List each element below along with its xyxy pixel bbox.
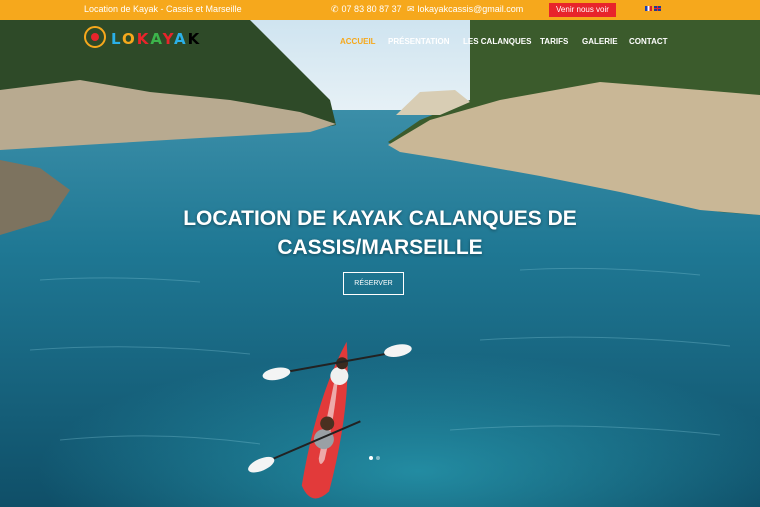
hero-slider bbox=[0, 20, 760, 507]
hero-image bbox=[0, 20, 760, 507]
visit-button[interactable]: Venir nous voir bbox=[549, 3, 616, 17]
envelope-icon: ✉ bbox=[407, 4, 415, 14]
nav-les-calanques[interactable]: LES CALANQUES bbox=[463, 37, 531, 49]
nav-tarifs[interactable]: TARIFS bbox=[540, 37, 568, 49]
nav-accueil[interactable]: ACCUEIL bbox=[340, 37, 376, 49]
phone-number: 07 83 80 87 37 bbox=[341, 4, 402, 14]
fr-flag-icon[interactable] bbox=[645, 6, 652, 11]
reserve-button[interactable]: RÉSERVER bbox=[343, 272, 404, 295]
top-bar: Location de Kayak - Cassis et Marseille … bbox=[0, 0, 760, 20]
logo-text: LOKAYAK bbox=[111, 30, 202, 48]
language-switcher bbox=[645, 6, 663, 16]
hero-title: LOCATION DE KAYAK CALANQUES DE CASSIS/MA… bbox=[183, 207, 577, 259]
uk-flag-icon[interactable] bbox=[654, 6, 661, 11]
slider-dot-1[interactable] bbox=[369, 456, 373, 460]
nav-presentation[interactable]: PRÉSENTATION bbox=[388, 37, 449, 49]
logo-mark-icon bbox=[84, 26, 106, 48]
phone-icon: ✆ bbox=[331, 4, 339, 14]
nav-contact[interactable]: CONTACT bbox=[629, 37, 668, 49]
email-address: lokayakcassis@gmail.com bbox=[417, 4, 524, 14]
phone-link[interactable]: ✆ 07 83 80 87 37 bbox=[331, 4, 402, 15]
nav-galerie[interactable]: GALERIE bbox=[582, 37, 618, 49]
email-link[interactable]: ✉ lokayakcassis@gmail.com bbox=[407, 4, 523, 15]
slider-dot-2[interactable] bbox=[376, 456, 380, 460]
tagline: Location de Kayak - Cassis et Marseille bbox=[84, 4, 242, 14]
